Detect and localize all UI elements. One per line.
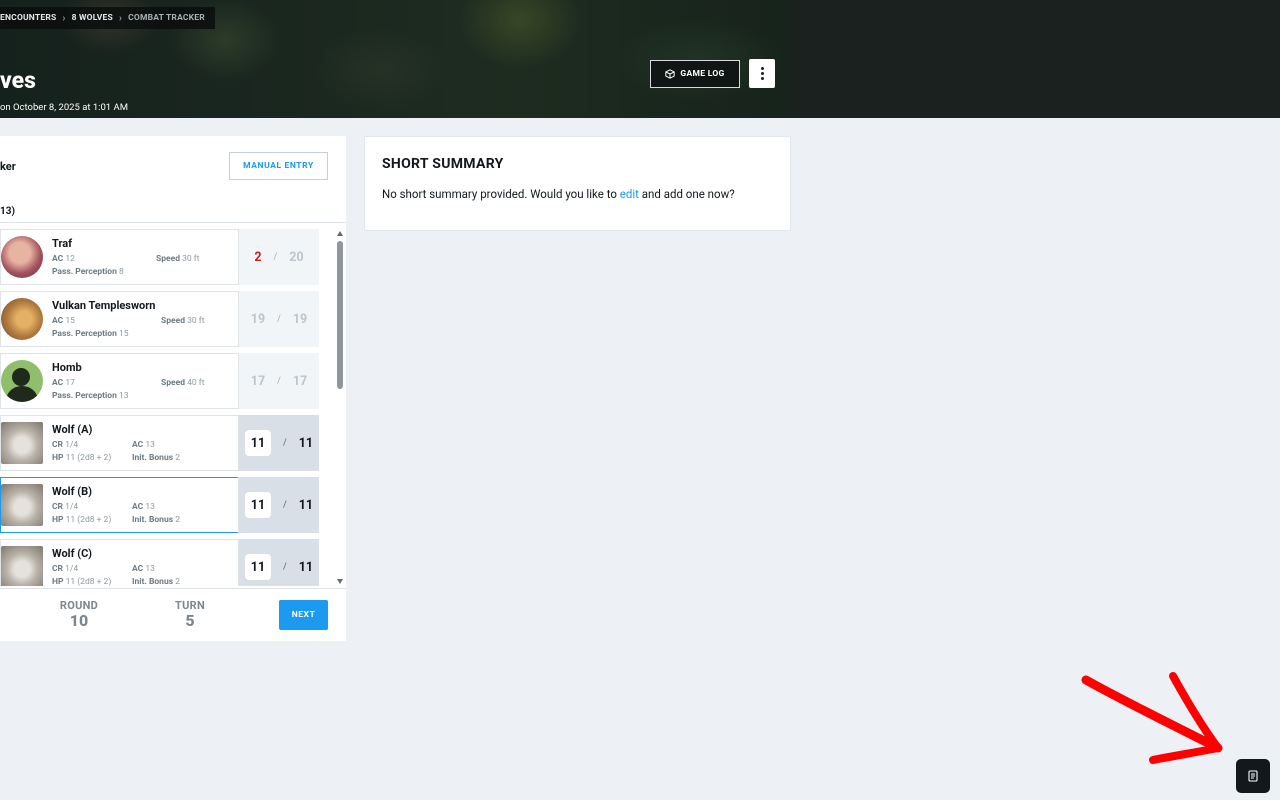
notes-button[interactable] — [1236, 759, 1270, 793]
chevron-right-icon: › — [62, 12, 66, 24]
hp-current: 17 — [250, 373, 266, 389]
combatant-cr: CR 1/4 — [52, 564, 79, 574]
tracker-title: ker — [0, 160, 16, 173]
summary-text: No short summary provided. Would you lik… — [382, 187, 735, 201]
hp-display: 11 / 11 — [238, 415, 319, 471]
combatant-row[interactable]: Homb AC 17 Speed 40 ft Pass. Perception … — [0, 353, 319, 409]
combatant-hp-formula: HP 11 (2d8 + 2) — [52, 577, 112, 586]
combatant-ac: AC 13 — [132, 502, 155, 512]
combatant-name: Vulkan Templesworn — [52, 299, 156, 312]
avatar-traf — [1, 236, 43, 278]
hp-display[interactable]: 17 / 17 — [238, 353, 319, 409]
cube-icon — [665, 69, 676, 79]
hp-display: 11 / 11 — [238, 477, 319, 533]
notebook-icon — [1248, 770, 1258, 782]
hp-separator: / — [282, 562, 287, 572]
combatant-row[interactable]: Wolf (C) CR 1/4 AC 13 HP 11 (2d8 + 2) In… — [0, 539, 319, 586]
hp-separator: / — [277, 376, 281, 386]
page-title: ves — [0, 67, 36, 94]
more-vertical-icon — [760, 67, 764, 70]
combatant-name: Wolf (A) — [52, 423, 93, 436]
combatant-cr: CR 1/4 — [52, 502, 79, 512]
combatant-name: Wolf (B) — [52, 485, 92, 498]
summary-title: SHORT SUMMARY — [382, 156, 504, 172]
scroll-thumb[interactable] — [337, 241, 343, 389]
combatant-row[interactable]: Traf AC 12 Speed 30 ft Pass. Perception … — [0, 229, 319, 285]
combatant-ac: AC 12 — [52, 254, 75, 264]
hp-max: 11 — [298, 497, 314, 513]
combatant-init: Init. Bonus 2 — [132, 453, 180, 463]
game-log-label: GAME LOG — [680, 69, 725, 79]
combatant-perception: Pass. Perception 8 — [52, 267, 124, 277]
combatant-ac: AC 13 — [132, 564, 155, 574]
scroll-down-arrow-icon[interactable] — [337, 579, 343, 584]
avatar-wolf — [1, 422, 43, 464]
hp-current-input[interactable]: 11 — [244, 430, 271, 456]
combatant-ac: AC 13 — [132, 440, 155, 450]
game-log-button[interactable]: GAME LOG — [650, 60, 740, 88]
manual-entry-button[interactable]: MANUAL ENTRY — [229, 152, 328, 180]
next-turn-button[interactable]: NEXT — [279, 600, 328, 630]
avatar-homb — [1, 360, 43, 402]
chevron-right-icon: › — [118, 12, 123, 24]
combatant-hp-formula: HP 11 (2d8 + 2) — [52, 515, 112, 525]
short-summary-card: SHORT SUMMARY No short summary provided.… — [364, 136, 791, 231]
hp-separator: / — [273, 252, 278, 262]
combatant-name: Homb — [52, 361, 82, 374]
combatant-speed: Speed 40 ft — [161, 378, 205, 388]
combatant-perception: Pass. Perception 15 — [52, 329, 129, 339]
hp-max: 19 — [292, 311, 308, 327]
combatant-ac: AC 17 — [52, 378, 75, 388]
combatant-list[interactable]: Traf AC 12 Speed 30 ft Pass. Perception … — [0, 229, 320, 586]
list-scrollbar[interactable] — [336, 229, 344, 586]
red-arrow-annotation — [1081, 672, 1223, 764]
hp-display[interactable]: 19 / 19 — [238, 291, 319, 347]
combat-tracker-panel: ker MANUAL ENTRY 13) Traf AC 12 Speed 30… — [0, 136, 346, 641]
combatant-ac: AC 15 — [52, 316, 75, 326]
scroll-up-arrow-icon[interactable] — [337, 231, 343, 236]
hp-display[interactable]: 2 / 20 — [238, 229, 319, 285]
breadcrumb-encounter[interactable]: 8 WOLVES — [72, 13, 113, 23]
hp-max: 20 — [289, 249, 304, 265]
hp-separator: / — [282, 438, 287, 448]
hp-max: 11 — [298, 435, 314, 451]
edit-summary-link[interactable]: edit — [620, 187, 639, 201]
combatant-cr: CR 1/4 — [52, 440, 79, 450]
hp-separator: / — [282, 500, 287, 510]
silhouette-icon — [5, 368, 39, 402]
combatant-init: Init. Bonus 2 — [132, 577, 180, 586]
combatant-row[interactable]: Vulkan Templesworn AC 15 Speed 30 ft Pas… — [0, 291, 319, 347]
hp-display: 11 / 11 — [238, 539, 319, 586]
avatar-wolf — [1, 546, 43, 586]
hp-current-input[interactable]: 11 — [244, 554, 271, 580]
combatant-speed: Speed 30 ft — [161, 316, 205, 326]
combatant-count: 13) — [0, 206, 15, 217]
round-value: 10 — [69, 611, 89, 630]
combatant-row-active[interactable]: Wolf (B) CR 1/4 AC 13 HP 11 (2d8 + 2) In… — [0, 477, 319, 533]
combatant-name: Traf — [52, 237, 73, 250]
breadcrumb: ENCOUNTERS › 8 WOLVES › COMBAT TRACKER — [0, 7, 215, 29]
combatant-name: Wolf (C) — [52, 547, 93, 560]
avatar-wolf — [1, 484, 43, 526]
combatant-row[interactable]: Wolf (A) CR 1/4 AC 13 HP 11 (2d8 + 2) In… — [0, 415, 319, 471]
combatant-speed: Speed 30 ft — [156, 254, 200, 264]
combatant-hp-formula: HP 11 (2d8 + 2) — [52, 453, 112, 463]
hp-current-input[interactable]: 11 — [244, 492, 271, 518]
combatant-perception: Pass. Perception 13 — [52, 391, 129, 401]
hp-current: 19 — [250, 311, 266, 327]
hp-max: 17 — [292, 373, 308, 389]
hp-separator: / — [277, 314, 281, 324]
combatant-init: Init. Bonus 2 — [132, 515, 180, 525]
more-options-button[interactable] — [749, 59, 775, 88]
divider — [0, 222, 346, 223]
divider — [0, 588, 346, 589]
hp-current: 2 — [254, 249, 262, 265]
header-banner-extension — [792, 0, 1280, 118]
page-subtitle: on October 8, 2025 at 1:01 AM — [0, 102, 128, 113]
breadcrumb-current: COMBAT TRACKER — [128, 13, 205, 23]
breadcrumb-encounters[interactable]: ENCOUNTERS — [0, 13, 56, 23]
hp-max: 11 — [298, 559, 314, 575]
turn-value: 5 — [185, 611, 195, 630]
avatar-vulkan — [1, 298, 43, 340]
